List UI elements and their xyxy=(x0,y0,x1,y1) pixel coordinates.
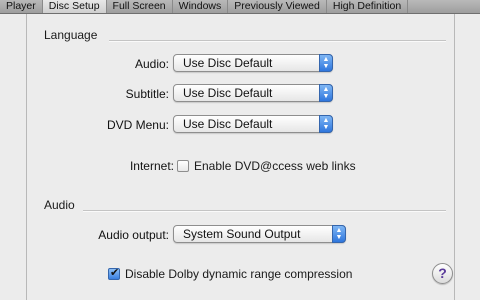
tab-full-screen[interactable]: Full Screen xyxy=(107,0,173,13)
popup-arrows-icon: ▲ ▼ xyxy=(319,84,333,102)
popup-arrows-icon: ▲ ▼ xyxy=(319,115,333,133)
audio-section-title: Audio xyxy=(44,198,75,212)
tab-previously-viewed[interactable]: Previously Viewed xyxy=(228,0,327,13)
help-button[interactable]: ? xyxy=(432,263,453,284)
language-section-title: Language xyxy=(44,28,98,42)
popup-arrows-icon: ▲ ▼ xyxy=(332,225,346,243)
dvd-menu-popup[interactable]: Use Disc Default ▲ ▼ xyxy=(173,115,333,133)
popup-arrows-icon: ▲ ▼ xyxy=(319,54,333,72)
disc-setup-panel: Language Audio: Use Disc Default ▲ ▼ Subt… xyxy=(26,14,455,300)
audio-popup-value: Use Disc Default xyxy=(183,56,273,70)
tab-high-definition[interactable]: High Definition xyxy=(327,0,409,13)
language-divider xyxy=(109,40,446,42)
subtitle-popup[interactable]: Use Disc Default ▲ ▼ xyxy=(173,84,333,102)
tab-disc-setup[interactable]: Disc Setup xyxy=(42,0,107,13)
dolby-checkbox-row[interactable]: Disable Dolby dynamic range compression xyxy=(108,266,353,281)
tab-player[interactable]: Player xyxy=(0,0,43,13)
audio-output-popup[interactable]: System Sound Output ▲ ▼ xyxy=(173,225,346,243)
dolby-checkbox-label: Disable Dolby dynamic range compression xyxy=(125,267,353,281)
subtitle-popup-value: Use Disc Default xyxy=(183,86,273,100)
audio-divider xyxy=(83,210,446,212)
audio-popup[interactable]: Use Disc Default ▲ ▼ xyxy=(173,54,333,72)
dvd-menu-popup-value: Use Disc Default xyxy=(183,117,273,131)
audio-label: Audio: xyxy=(134,57,169,71)
subtitle-label: Subtitle: xyxy=(125,87,169,101)
internet-label: Internet: xyxy=(129,159,174,173)
dvd-access-checkbox-label: Enable DVD@ccess web links xyxy=(194,159,356,173)
audio-output-popup-value: System Sound Output xyxy=(183,227,301,241)
tab-windows[interactable]: Windows xyxy=(173,0,229,13)
internet-checkbox-row[interactable]: Enable DVD@ccess web links xyxy=(177,159,356,173)
preferences-tab-bar: Player Disc Setup Full Screen Windows Pr… xyxy=(0,0,480,14)
dvd-access-checkbox[interactable] xyxy=(177,160,189,172)
dolby-checkbox[interactable] xyxy=(108,266,120,280)
audio-output-label: Audio output: xyxy=(98,228,169,242)
dvd-menu-label: DVD Menu: xyxy=(106,118,169,132)
